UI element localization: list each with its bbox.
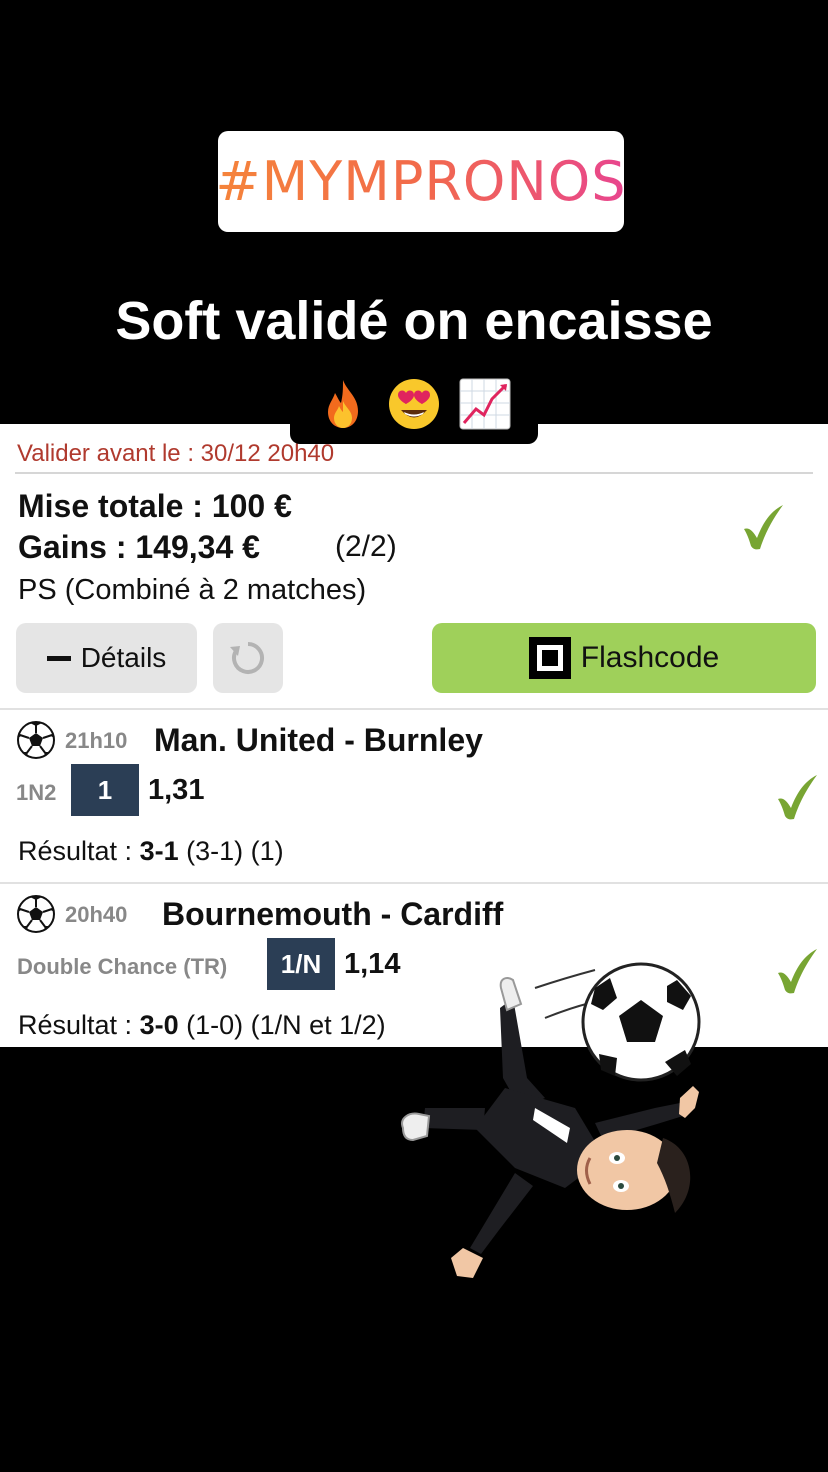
result-score: 3-0 (139, 1010, 179, 1040)
result-detail: (1-0) (1/N et 1/2) (178, 1010, 386, 1040)
match-won-check-icon (778, 949, 817, 994)
fire-emoji (328, 380, 359, 428)
total-stake: Mise totale : 100 € (18, 488, 292, 524)
flashcode-label: Flashcode (580, 641, 720, 674)
bet-type: PS (Combiné à 2 matches) (18, 574, 367, 606)
story-headline: Soft validé on encaisse (115, 291, 713, 351)
refresh-icon (230, 642, 265, 674)
divider (0, 882, 828, 884)
result-score: 3-1 (139, 836, 179, 866)
bet-ticket: Valider avant le : 30/12 20h40 Mise tota… (0, 424, 828, 1047)
details-label: Détails (80, 642, 167, 673)
market-label: Double Chance (TR) (17, 954, 228, 979)
qr-code-icon (528, 637, 571, 679)
match-odds: 1,14 (344, 948, 401, 980)
pick-badge: 1/N (267, 938, 335, 990)
hashtag-sticker: #MYMPRONOS (215, 131, 627, 232)
deadline-text: Valider avant le : 30/12 20h40 (17, 440, 335, 467)
market-label: 1N2 (16, 780, 57, 805)
ticket-won-check-icon (744, 505, 783, 550)
result-detail: (3-1) (1) (178, 836, 284, 866)
result-label: Résultat : (18, 836, 140, 866)
match-teams: Bournemouth - Cardiff (162, 896, 504, 932)
soccer-ball-icon (17, 721, 55, 759)
chart-increasing-emoji (459, 378, 511, 430)
match-teams: Man. United - Burnley (154, 722, 483, 758)
match-result: Résultat : 3-0 (1-0) (1/N et 1/2) (18, 1010, 386, 1041)
match-won-check-icon (778, 775, 817, 820)
emoji-bar (290, 364, 538, 444)
pick-badge: 1 (71, 764, 139, 816)
hashtag-text: #MYMPRONOS (215, 150, 627, 213)
match-odds: 1,31 (148, 774, 205, 806)
refresh-button[interactable] (213, 623, 283, 693)
match-time: 20h40 (65, 902, 128, 927)
soccer-ball-icon (17, 895, 55, 933)
minus-icon (46, 655, 71, 661)
divider (15, 472, 813, 474)
divider (0, 708, 828, 710)
match-result: Résultat : 3-1 (3-1) (1) (18, 836, 284, 867)
result-label: Résultat : (18, 1010, 140, 1040)
winnings: Gains : 149,34 € (18, 529, 260, 565)
match-time: 21h10 (65, 728, 128, 753)
details-button[interactable]: Détails (16, 623, 197, 693)
won-count: (2/2) (335, 530, 397, 563)
soccer-ball-icon (581, 962, 701, 1082)
flashcode-button[interactable]: Flashcode (432, 623, 816, 693)
heart-eyes-emoji (388, 379, 439, 429)
avatar-sticker (401, 962, 701, 1278)
